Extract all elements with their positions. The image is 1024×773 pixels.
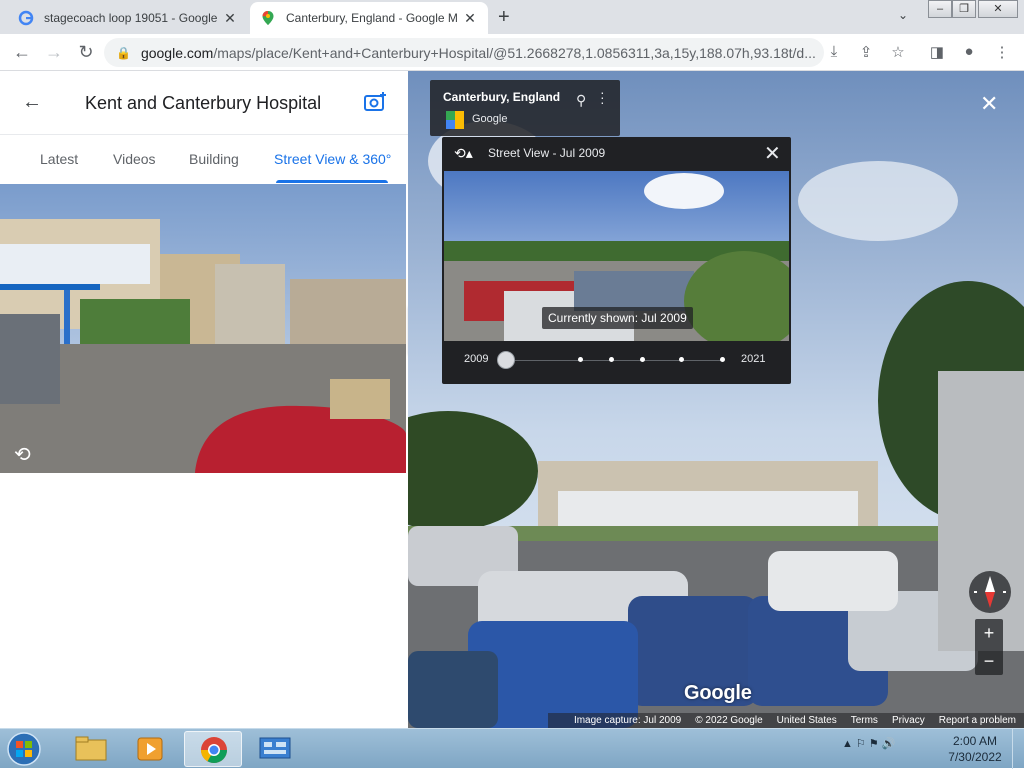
- currently-shown-label: Currently shown: Jul 2009: [542, 307, 693, 329]
- tab-latest[interactable]: Latest: [40, 151, 78, 167]
- url-path: /maps/place/Kent+and+Canterbury+Hospital…: [213, 44, 816, 61]
- timeline-track[interactable]: [506, 360, 724, 361]
- tab-street-view-360[interactable]: Street View & 360°: [274, 151, 391, 167]
- tab-building[interactable]: Building: [189, 151, 239, 167]
- lock-icon: 🔒: [116, 45, 131, 60]
- zoom-in-button[interactable]: +: [975, 619, 1003, 647]
- taskbar-media-player[interactable]: [122, 731, 180, 767]
- taskbar-clock[interactable]: 2:00 AM 7/30/2022: [940, 733, 1010, 765]
- report-problem-link[interactable]: Report a problem: [939, 715, 1016, 726]
- new-tab-button[interactable]: +: [498, 6, 510, 29]
- browser-toolbar: ← → ↻ 🔒 google.com /maps/place/Kent+and+…: [0, 34, 1024, 71]
- street-view-photo-thumbnail[interactable]: ⟲: [0, 184, 406, 473]
- timeline-tick[interactable]: [578, 357, 583, 362]
- restore-window-button[interactable]: ❐: [952, 0, 976, 18]
- tab-title: Canterbury, England - Google M: [286, 11, 458, 25]
- more-options-icon[interactable]: · · ·: [600, 85, 605, 109]
- location-pin-icon[interactable]: ⚲: [576, 92, 586, 109]
- clock-date: 7/30/2022: [948, 750, 1002, 764]
- google-g-icon: [18, 10, 34, 26]
- chrome-icon: [200, 737, 228, 764]
- history-clock-icon[interactable]: ⟲▴: [454, 145, 473, 162]
- zoom-control: + −: [975, 619, 1003, 675]
- add-photo-icon[interactable]: [364, 91, 388, 113]
- show-desktop-button[interactable]: [1012, 729, 1024, 769]
- bookmark-star-icon[interactable]: ☆: [888, 43, 908, 61]
- location-name: Canterbury, England: [443, 90, 561, 104]
- reload-icon[interactable]: ↻: [76, 42, 96, 62]
- close-time-machine-icon[interactable]: ✕: [764, 141, 781, 166]
- google-maps-pin-icon: [262, 11, 274, 25]
- browser-tab-google-search[interactable]: stagecoach loop 19051 - Google ✕: [8, 2, 248, 34]
- taskbar-chrome[interactable]: [184, 731, 242, 767]
- copyright-text: © 2022 Google: [695, 715, 763, 726]
- 360-view-icon: ⟲: [14, 444, 31, 466]
- close-tab-icon[interactable]: ✕: [222, 10, 238, 27]
- address-bar[interactable]: 🔒 google.com /maps/place/Kent+and+Canter…: [104, 38, 824, 67]
- google-logo: Google: [684, 682, 752, 704]
- google-photos-contributor-icon: [446, 111, 464, 129]
- timeline-slider-handle[interactable]: [497, 351, 515, 369]
- close-window-button[interactable]: ✕: [978, 0, 1018, 18]
- tab-title: stagecoach loop 19051 - Google: [44, 11, 218, 25]
- close-street-view-icon[interactable]: ✕: [980, 91, 998, 117]
- privacy-link[interactable]: Privacy: [892, 715, 925, 726]
- close-tab-icon[interactable]: ✕: [462, 10, 478, 27]
- compass-needle-icon: [974, 576, 1006, 608]
- timeline-tick[interactable]: [609, 357, 614, 362]
- place-title: Kent and Canterbury Hospital: [85, 93, 322, 113]
- historical-imagery-preview[interactable]: Currently shown: Jul 2009: [444, 171, 789, 341]
- tab-videos[interactable]: Videos: [113, 151, 156, 167]
- taskbar-file-explorer[interactable]: [62, 731, 120, 767]
- time-machine-panel: ⟲▴ Street View - Jul 2009 ✕ Currently sh…: [442, 137, 791, 384]
- forward-arrow-icon[interactable]: →: [44, 42, 64, 62]
- windows-start-button-icon[interactable]: [4, 731, 44, 767]
- minimize-window-button[interactable]: –: [928, 0, 952, 18]
- image-capture-date: Image capture: Jul 2009: [573, 715, 682, 726]
- back-arrow-icon[interactable]: ←: [12, 42, 32, 62]
- folder-icon: [75, 736, 107, 761]
- timeline-tick[interactable]: [640, 357, 645, 362]
- attribution-bar: Image capture: Jul 2009 © 2022 Google Un…: [548, 713, 1024, 728]
- clock-time: 2:00 AM: [952, 734, 998, 748]
- profile-avatar-icon[interactable]: ●: [959, 43, 979, 60]
- browser-tab-google-maps[interactable]: Canterbury, England - Google M ✕: [250, 2, 488, 34]
- compass-control[interactable]: [969, 571, 1011, 613]
- share-icon[interactable]: ⇪: [856, 43, 876, 61]
- active-tab-indicator: [276, 180, 388, 183]
- zoom-out-button[interactable]: −: [975, 647, 1003, 675]
- tab-search-chevron-icon[interactable]: ⌄: [898, 8, 908, 22]
- hospital-photo-image: [0, 184, 406, 473]
- control-panel-icon: [259, 737, 291, 759]
- time-machine-label: Street View - Jul 2009: [488, 146, 606, 160]
- taskbar-control-panel[interactable]: [246, 731, 304, 767]
- media-player-icon: [137, 737, 163, 761]
- timeline-start-year: 2009: [464, 353, 489, 365]
- terms-link[interactable]: Terms: [851, 715, 878, 726]
- chrome-menu-icon[interactable]: ⋮: [992, 43, 1012, 61]
- street-view-canvas[interactable]: Canterbury, England Google ⚲ · · · ✕ ⟲▴ St…: [408, 71, 1024, 728]
- url-domain: google.com: [140, 44, 214, 61]
- timeline-tick[interactable]: [679, 357, 684, 362]
- panel-header: ← Kent and Canterbury Hospital: [0, 71, 408, 134]
- install-app-icon[interactable]: ⤓: [824, 43, 844, 60]
- back-arrow-icon[interactable]: ←: [22, 91, 42, 114]
- side-panel-icon[interactable]: ◨: [927, 43, 947, 61]
- image-source: Google: [472, 113, 508, 125]
- region-link[interactable]: United States: [777, 715, 837, 726]
- photo-category-tabs: Latest Videos Building Street View & 360…: [0, 134, 408, 184]
- windows-taskbar: ▲ ⚐ ⚑ 🔊 2:00 AM 7/30/2022: [0, 728, 1024, 769]
- timeline-tick[interactable]: [720, 357, 725, 362]
- timeline-end-year: 2021: [741, 353, 766, 365]
- system-tray-icons[interactable]: ▲ ⚐ ⚑ 🔊: [842, 737, 895, 750]
- street-view-location-card: Canterbury, England Google ⚲ · · ·: [430, 80, 620, 136]
- place-side-panel: ← Kent and Canterbury Hospital Latest Vi…: [0, 71, 408, 728]
- browser-tab-strip: stagecoach loop 19051 - Google ✕ Canterb…: [0, 0, 1024, 34]
